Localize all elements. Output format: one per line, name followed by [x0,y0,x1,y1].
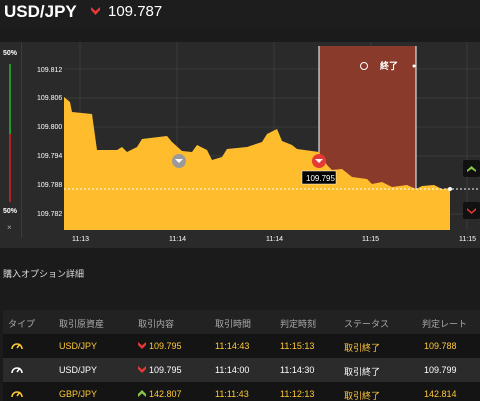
judge-time-cell: 11:15:13 [280,341,315,351]
column-header: 取引時間 [215,319,252,329]
entry-price-label: 109.795 [306,174,335,183]
table-row[interactable]: GBP/JPY 142.807 11:11:43 11:12:13 取引終了 1… [3,382,480,401]
call-ratio-bar [9,64,11,134]
call-percent: 50% [3,50,18,57]
content-cell: 142.807 [149,389,182,399]
judge-time-cell: 11:12:13 [280,389,315,399]
arrow-up-icon [467,166,476,172]
section-title: 購入オプション詳細 [3,269,85,279]
trade-time-cell: 11:14:00 [215,365,250,375]
sentiment-bar: 50% 50% × [0,42,22,238]
asset-cell: GBP/JPY [59,389,98,399]
close-icon[interactable]: × [7,223,12,232]
table-header: タイプ 取引原資産 取引内容 取引時間 判定時刻 ステータス 判定レート [3,310,480,334]
column-header: ステータス [344,319,390,329]
trade-time-cell: 11:14:43 [215,341,250,351]
column-header: 取引内容 [138,319,175,329]
asset-cell: USD/JPY [59,341,98,351]
judge-time-cell: 11:14:30 [280,365,315,375]
trade-time-cell: 11:11:43 [215,389,249,399]
table-row[interactable]: USD/JPY 109.795 11:14:43 11:15:13 取引終了 1… [3,334,480,358]
x-tick-label: 11:15 [459,236,476,243]
judge-rate-cell: 109.799 [424,365,457,375]
gauge-icon [11,343,23,350]
column-header: 判定時刻 [280,319,317,329]
x-tick-label: 11:14 [169,236,186,243]
x-tick-label: 11:13 [72,236,89,243]
table-row[interactable]: USD/JPY 109.795 11:14:00 11:14:30 取引終了 1… [3,358,480,382]
judge-rate-cell: 109.788 [424,341,457,351]
y-tick-label: 109.812 [37,67,62,74]
x-tick-label: 11:15 [362,236,379,243]
arrow-down-icon [138,366,146,373]
y-tick-label: 109.788 [37,182,62,189]
status-cell: 取引終了 [344,367,381,377]
y-tick-label: 109.782 [37,211,62,218]
expiry-marker-dot [412,64,416,68]
judge-rate-cell: 142.814 [424,389,457,399]
gauge-icon [11,367,23,374]
y-tick-label: 109.806 [37,95,62,102]
status-cell: 取引終了 [344,343,381,353]
current-rate: 109.787 [108,3,163,20]
arrow-up-icon [138,390,146,397]
status-cell: 取引終了 [344,391,381,401]
y-tick-label: 109.794 [37,153,62,160]
column-header: 判定レート [422,319,468,329]
column-header: 取引原資産 [59,319,105,329]
y-tick-label: 109.800 [37,124,62,131]
asset-pair-title[interactable]: USD/JPY [4,2,77,22]
arrow-down-icon [467,208,476,214]
arrow-down-icon [138,342,146,349]
current-rate-dot [448,187,452,191]
chart-panel: 50% 50% × 109.812 109.806 109.800 109.79… [0,42,480,248]
low-button[interactable] [463,202,480,219]
asset-cell: USD/JPY [59,365,98,375]
top-bar: USD/JPY 109.787 [0,0,480,28]
price-chart[interactable]: 109.812 109.806 109.800 109.794 109.788 … [22,42,480,248]
expiry-label: 終了 [380,60,398,71]
put-percent: 50% [3,208,18,215]
purchase-table: タイプ 取引原資産 取引内容 取引時間 判定時刻 ステータス 判定レート USD… [3,310,480,401]
high-button[interactable] [463,160,480,177]
content-cell: 109.795 [149,341,182,351]
gauge-icon [11,391,23,398]
column-header: タイプ [8,319,36,329]
content-cell: 109.795 [149,365,182,375]
x-tick-label: 11:14 [266,236,283,243]
arrow-down-icon [91,7,100,15]
purchase-details-header: 購入オプション詳細 [0,256,480,290]
put-ratio-bar [9,134,11,202]
